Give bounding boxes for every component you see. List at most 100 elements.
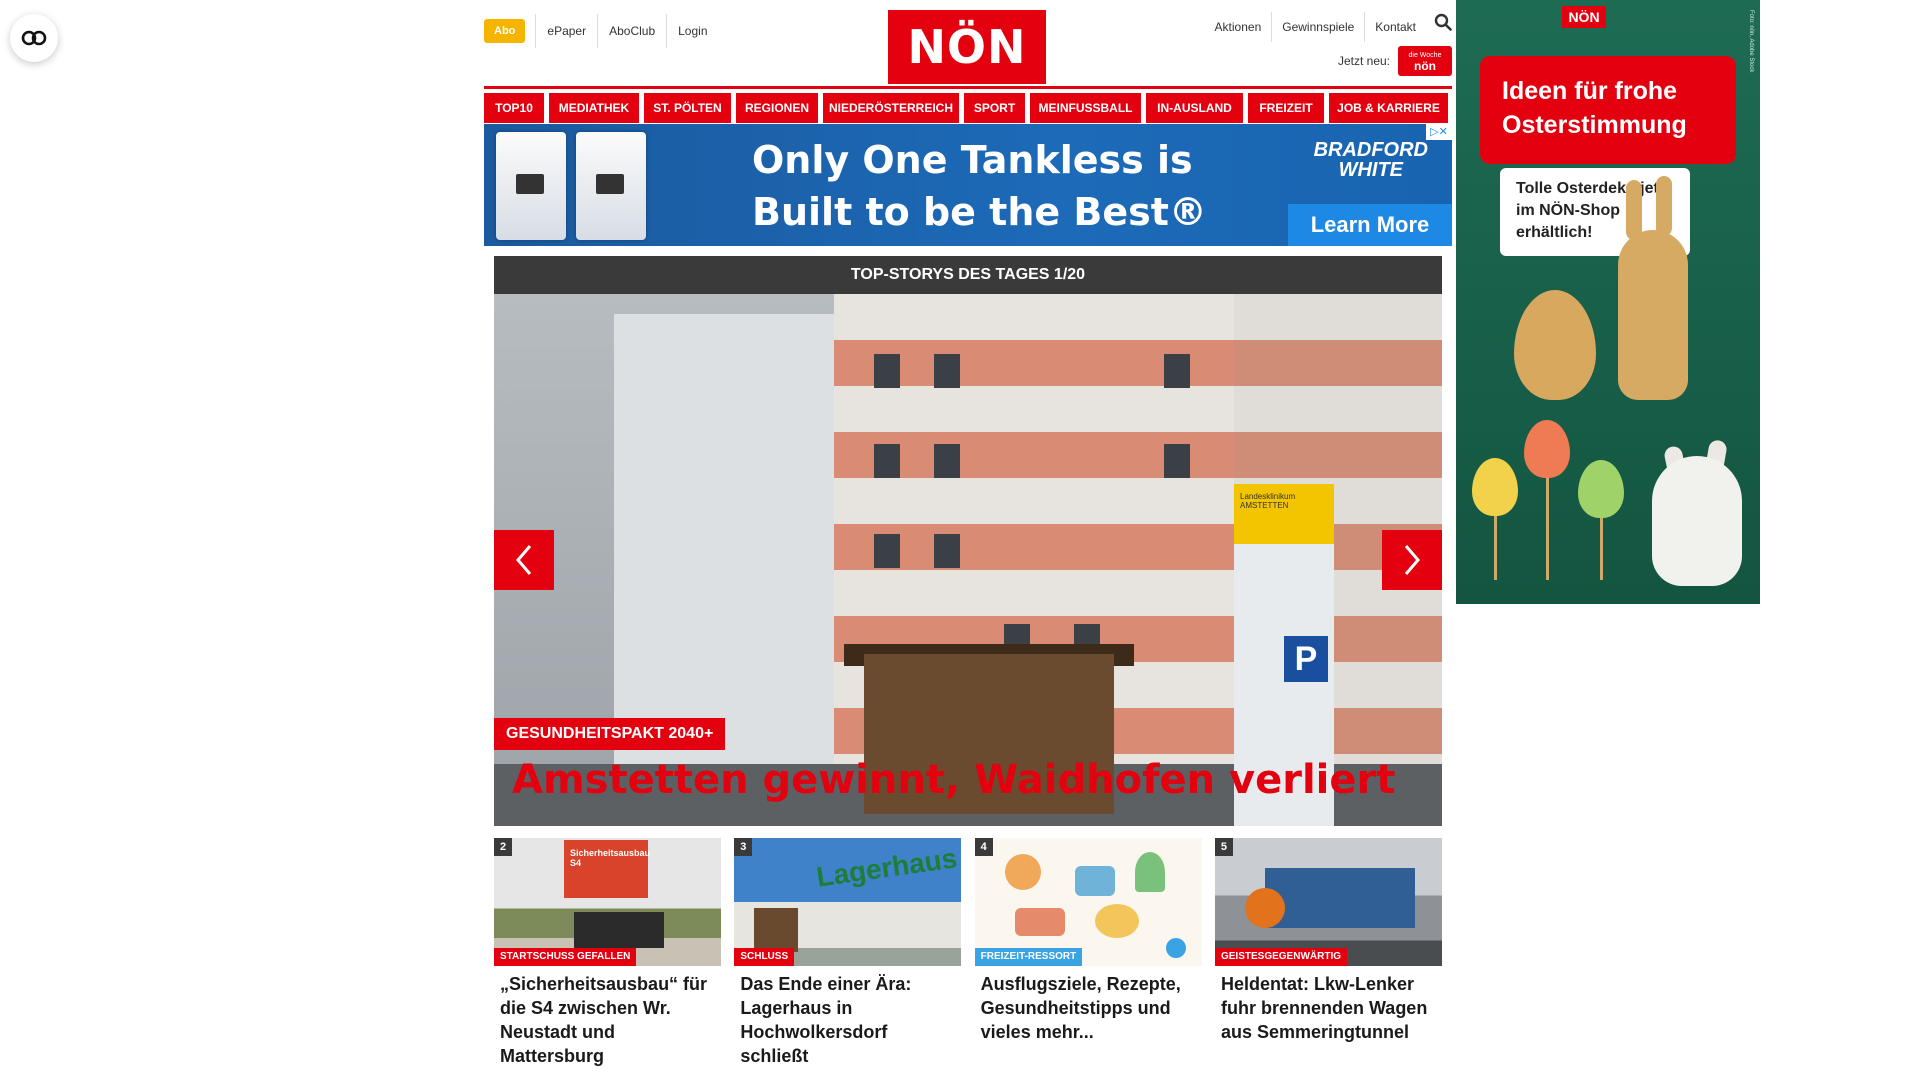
decor-egg-small xyxy=(1472,458,1518,516)
teaser-thumb-people xyxy=(574,912,664,948)
teaser-thumb-truck xyxy=(1264,868,1415,928)
epaper-link[interactable]: ePaper xyxy=(535,14,597,48)
teaser-card[interactable]: Sicherheitsausbau S4 2 STARTSCHUSS GEFAL… xyxy=(494,838,721,1068)
teaser-card[interactable]: 5 GEISTESGEGENWÄRTIG Heldentat: Lkw-Lenk… xyxy=(1214,838,1442,1068)
teaser-thumb-sign: Lagerhaus xyxy=(814,842,960,893)
hospital-sign-text: Landesklinikum AMSTETTEN xyxy=(1240,492,1296,510)
teaser-thumbnail: Sicherheitsausbau S4 2 STARTSCHUSS GEFAL… xyxy=(494,838,721,966)
ad-brand-logo: BRADFORD WHITE xyxy=(1314,140,1428,180)
chevron-right-icon xyxy=(1404,545,1420,575)
teaser-category[interactable]: SCHLUSS xyxy=(734,948,795,966)
skyscraper-ad[interactable]: NÖN Ideen für frohe Osterstimmung Tolle … xyxy=(1456,0,1760,604)
app-promo: Jetzt neu: die Woche nön xyxy=(1338,46,1452,76)
teaser-number: 5 xyxy=(1214,838,1233,856)
app-badge-label: nön xyxy=(1414,59,1436,73)
hero-slider[interactable]: Landesklinikum AMSTETTEN P GESUNDHEITSPA… xyxy=(494,294,1442,826)
hero-building-left xyxy=(614,314,844,784)
decor-egg-small xyxy=(1578,460,1624,518)
login-link[interactable]: Login xyxy=(666,14,718,48)
kontakt-link[interactable]: Kontakt xyxy=(1364,12,1426,42)
ad-banner[interactable]: Only One Tankless is Built to be the Bes… xyxy=(484,124,1452,246)
app-badge[interactable]: die Woche nön xyxy=(1398,46,1452,76)
decor-bunny xyxy=(1618,230,1688,400)
teaser-title[interactable]: „Sicherheitsausbau“ für die S4 zwischen … xyxy=(494,966,721,1068)
gewinnspiele-link[interactable]: Gewinnspiele xyxy=(1271,12,1364,42)
slider-prev-button[interactable] xyxy=(494,530,554,590)
boiler-image xyxy=(576,132,646,240)
teaser-thumb-house xyxy=(754,908,799,952)
story-teasers: Sicherheitsausbau S4 2 STARTSCHUSS GEFAL… xyxy=(494,838,1442,1068)
aktionen-link[interactable]: Aktionen xyxy=(1205,12,1272,42)
teaser-thumbnail: 5 GEISTESGEGENWÄRTIG xyxy=(1214,838,1442,966)
search-icon xyxy=(1434,13,1452,31)
main-navigation: TOP10 MEDIATHEK ST. PÖLTEN REGIONEN NIED… xyxy=(484,93,1452,123)
top-stories-header: TOP-STORYS DES TAGES 1/20 xyxy=(494,256,1442,294)
teaser-title[interactable]: Das Ende einer Ära: Lagerhaus in Hochwol… xyxy=(734,966,961,1068)
illustration-shape xyxy=(1134,852,1165,892)
site-header: Abo ePaper AboClub Login NÖN Aktionen Ge… xyxy=(484,0,1452,123)
nav-meinfussball[interactable]: MEINFUSSBALL xyxy=(1030,93,1141,123)
teaser-number: 3 xyxy=(734,838,753,856)
hospital-sign-top: Landesklinikum AMSTETTEN xyxy=(1234,484,1334,544)
teaser-thumb-sign: Sicherheitsausbau S4 xyxy=(564,840,650,898)
decor-egg xyxy=(1514,290,1596,400)
ad-headline-line2: Built to be the Best® xyxy=(752,190,1207,234)
illustration-shape xyxy=(1074,866,1115,896)
decor-stick xyxy=(1546,460,1549,580)
nav-mediathek[interactable]: MEDIATHEK xyxy=(549,93,639,123)
decor-rabbit xyxy=(1652,456,1742,586)
decor-bunny-ear xyxy=(1626,180,1642,240)
nav-sport[interactable]: SPORT xyxy=(964,93,1025,123)
chevron-left-icon xyxy=(516,545,532,575)
teaser-category[interactable]: FREIZEIT-RESSORT xyxy=(974,948,1083,966)
illustration-shape xyxy=(1014,908,1065,936)
teaser-thumbnail: Lagerhaus 3 SCHLUSS xyxy=(734,838,962,966)
nav-niederoesterreich[interactable]: NIEDERÖSTERREICH xyxy=(823,93,959,123)
accessibility-button[interactable] xyxy=(10,14,58,62)
ad-headline: Only One Tankless is Built to be the Bes… xyxy=(752,134,1207,238)
nav-in-ausland[interactable]: IN-AUSLAND xyxy=(1146,93,1243,123)
slider-next-button[interactable] xyxy=(1382,530,1442,590)
right-ad-logo: NÖN xyxy=(1562,6,1606,28)
site-logo[interactable]: NÖN xyxy=(888,10,1046,84)
nav-job-karriere[interactable]: JOB & KARRIERE xyxy=(1329,93,1448,123)
nav-regionen[interactable]: REGIONEN xyxy=(736,93,818,123)
teaser-card[interactable]: Lagerhaus 3 SCHLUSS Das Ende einer Ära: … xyxy=(734,838,962,1068)
aboclub-link[interactable]: AboClub xyxy=(597,14,666,48)
teaser-title[interactable]: Ausflugsziele, Rezepte, Gesundheitstipps… xyxy=(975,966,1202,1044)
decor-egg-small xyxy=(1524,420,1570,478)
illustration-shape xyxy=(1004,854,1041,890)
boiler-image xyxy=(496,132,566,240)
search-button[interactable] xyxy=(1426,12,1452,42)
ad-brand-line1: BRADFORD xyxy=(1313,139,1428,161)
camera-icon xyxy=(1165,938,1186,958)
jetzt-neu-label: Jetzt neu: xyxy=(1337,54,1390,68)
decor-bunny-ear xyxy=(1656,176,1672,236)
hero-category-tag[interactable]: GESUNDHEITSPAKT 2040+ xyxy=(494,718,726,750)
nav-top10[interactable]: TOP10 xyxy=(484,93,544,123)
hero-headline[interactable]: Amstetten gewinnt, Waidhofen verliert xyxy=(512,754,1395,806)
accessibility-icon xyxy=(21,30,47,46)
ad-close-icon[interactable]: ▷✕ xyxy=(1426,124,1452,140)
abo-button[interactable]: Abo xyxy=(484,19,526,43)
teaser-number: 2 xyxy=(494,838,512,856)
right-ad-headline: Ideen für frohe Osterstimmung xyxy=(1480,56,1736,164)
parking-sign: P xyxy=(1284,636,1328,682)
teaser-card[interactable]: 4 FREIZEIT-RESSORT Ausflugsziele, Rezept… xyxy=(974,838,1202,1068)
teaser-number: 4 xyxy=(974,838,993,856)
illustration-shape xyxy=(1094,904,1139,938)
nav-st-poelten[interactable]: ST. PÖLTEN xyxy=(644,93,731,123)
learn-more-button[interactable]: Learn More xyxy=(1288,204,1452,246)
ad-brand-line2: WHITE xyxy=(1338,159,1403,181)
teaser-title[interactable]: Heldentat: Lkw-Lenker fuhr brennenden Wa… xyxy=(1215,966,1442,1044)
utility-links-left: Abo ePaper AboClub Login xyxy=(484,14,719,48)
nav-freizeit[interactable]: FREIZEIT xyxy=(1248,93,1324,123)
right-ad-credit: Foto: nön, Adobe Stock xyxy=(1748,10,1754,73)
teaser-category[interactable]: GEISTESGEGENWÄRTIG xyxy=(1214,948,1347,966)
utility-links-right: Aktionen Gewinnspiele Kontakt xyxy=(1205,12,1452,42)
teaser-category[interactable]: STARTSCHUSS GEFALLEN xyxy=(494,948,637,966)
teaser-thumbnail: 4 FREIZEIT-RESSORT xyxy=(974,838,1202,966)
top-bar: Abo ePaper AboClub Login NÖN Aktionen Ge… xyxy=(484,0,1452,89)
ad-headline-line1: Only One Tankless is xyxy=(752,138,1193,182)
teaser-thumb-fire xyxy=(1244,888,1285,928)
